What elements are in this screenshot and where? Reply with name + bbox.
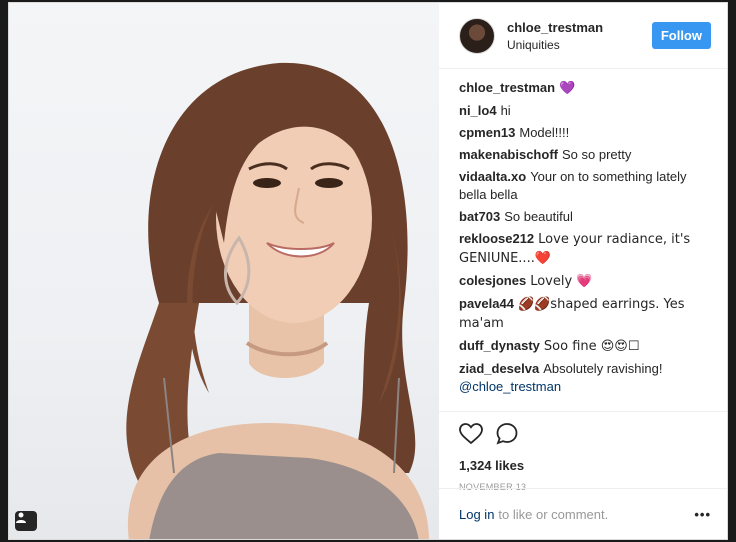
portrait-illustration bbox=[126, 62, 429, 539]
more-options-icon[interactable]: ••• bbox=[694, 507, 711, 522]
comment-username[interactable]: pavela44 bbox=[459, 296, 514, 311]
comment-username[interactable]: rekloose212 bbox=[459, 231, 534, 246]
post-photo[interactable] bbox=[9, 3, 439, 539]
post-header: chloe_trestman Uniquities Follow bbox=[439, 3, 727, 69]
comment-username[interactable]: makenabischoff bbox=[459, 147, 558, 162]
login-prompt: to like or comment. bbox=[498, 506, 609, 522]
comment: ziad_deselva Absolutely ravishing! @chloe_… bbox=[459, 360, 711, 396]
caption-text: 💜 bbox=[559, 81, 576, 96]
post-dialog: chloe_trestman Uniquities Follow chloe_t… bbox=[8, 2, 728, 540]
comment-text: hi bbox=[500, 103, 511, 118]
caption-username[interactable]: chloe_trestman bbox=[459, 80, 555, 95]
comment: makenabischoff So so pretty bbox=[459, 146, 711, 164]
comment-username[interactable]: ziad_deselva bbox=[459, 361, 539, 376]
action-bar: 1,324 likes NOVEMBER 13 bbox=[439, 411, 727, 492]
comment: cpmen13 Model!!!! bbox=[459, 124, 711, 142]
heart-icon[interactable] bbox=[459, 422, 483, 450]
location-link[interactable]: Uniquities bbox=[507, 38, 603, 52]
comment: bat703 So beautiful bbox=[459, 208, 711, 226]
header-username[interactable]: chloe_trestman bbox=[507, 20, 603, 35]
comment-username[interactable]: duff_dynasty bbox=[459, 338, 540, 353]
comment: rekloose212 Love your radiance, it's GENI… bbox=[459, 230, 711, 268]
comment-username[interactable]: vidaalta.xo bbox=[459, 169, 526, 184]
comment-username[interactable]: bat703 bbox=[459, 209, 500, 224]
comment: vidaalta.xo Your on to something lately b… bbox=[459, 168, 711, 204]
follow-button[interactable]: Follow bbox=[651, 22, 711, 49]
avatar[interactable] bbox=[459, 17, 495, 54]
comment-username[interactable]: cpmen13 bbox=[459, 125, 515, 140]
login-footer: Log in to like or comment. ••• bbox=[439, 488, 727, 539]
comment-text: Absolutely ravishing! bbox=[543, 361, 663, 376]
comment-text: Model!!!! bbox=[519, 125, 570, 140]
caption: chloe_trestman 💜 bbox=[459, 79, 711, 98]
comment-username[interactable]: ni_lo4 bbox=[459, 103, 497, 118]
comment: duff_dynasty Soo fine 😍😍☐ bbox=[459, 337, 711, 356]
tag-people-icon[interactable] bbox=[15, 511, 37, 531]
comment: colesjones Lovely 💗 bbox=[459, 272, 711, 291]
comment: ni_lo4 hi bbox=[459, 102, 711, 120]
comment-text: So beautiful bbox=[504, 209, 573, 224]
post-sidebar: chloe_trestman Uniquities Follow chloe_t… bbox=[439, 3, 727, 539]
login-link[interactable]: Log in bbox=[459, 507, 494, 522]
comment: pavela44 🏈🏈shaped earrings. Yes ma'am bbox=[459, 295, 711, 333]
comment-icon[interactable] bbox=[495, 422, 519, 451]
comment-text: Lovely 💗 bbox=[530, 274, 593, 289]
comment-text: Soo fine 😍😍☐ bbox=[543, 339, 640, 354]
mention-link[interactable]: @chloe_trestman bbox=[459, 379, 561, 394]
comment-username[interactable]: colesjones bbox=[459, 273, 526, 288]
comment-list: chloe_trestman 💜 ni_lo4 hi cpmen13 Model!!!… bbox=[439, 69, 727, 409]
likes-count[interactable]: 1,324 likes bbox=[459, 458, 711, 473]
comment-text: So so pretty bbox=[561, 147, 632, 162]
